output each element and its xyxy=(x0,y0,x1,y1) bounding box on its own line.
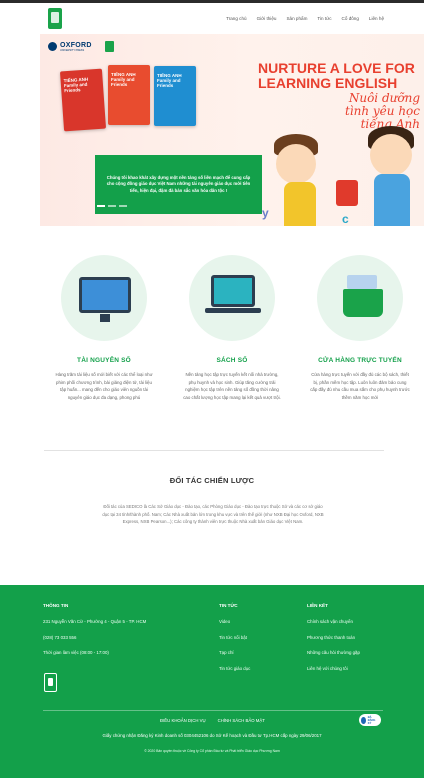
footer-link[interactable]: Những câu hỏi thường gặp xyxy=(307,650,360,655)
footer-link[interactable]: Video xyxy=(219,619,250,624)
footer-links: LIÊN KẾT Chính sách vận chuyển Phương th… xyxy=(307,603,360,681)
child-illustration xyxy=(374,174,410,226)
nav-item-contact[interactable]: Liên hệ xyxy=(369,16,384,21)
site-logo[interactable] xyxy=(48,8,62,29)
child-illustration xyxy=(276,144,316,184)
business-license: Giấy chứng nhận Đăng ký Kinh doanh số 03… xyxy=(102,733,322,738)
oxford-logo: OXFORD UNIVERSITY PRESS xyxy=(48,41,114,52)
hero-subheadline: Nuôi dưỡng tình yêu học tiếng Anh xyxy=(344,91,420,132)
site-footer: THÔNG TIN 231 Nguyễn Văn Cừ - Phường 4 -… xyxy=(0,585,424,778)
child-illustration xyxy=(370,134,412,176)
book-illustration xyxy=(336,180,358,206)
footer-link[interactable]: Tạp chí xyxy=(219,650,250,655)
letter-decoration: c xyxy=(342,212,349,226)
footer-link[interactable]: Chính sách vận chuyển xyxy=(307,619,360,624)
slide-dot[interactable] xyxy=(108,205,116,207)
feature-icon-circle xyxy=(61,255,147,341)
slide-dot[interactable] xyxy=(119,205,127,207)
registered-badge-text: ĐÃ ĐĂNG KÝ xyxy=(367,715,376,725)
section-divider xyxy=(44,450,384,451)
main-nav: Trang chủ Giới thiệu Sản phẩm Tin tức Cổ… xyxy=(226,16,384,21)
feature-title[interactable]: SÁCH SỐ xyxy=(216,357,247,364)
monitor-icon xyxy=(79,277,131,322)
footer-logo[interactable] xyxy=(44,673,57,692)
laptop-icon xyxy=(205,275,261,313)
registered-badge[interactable]: ĐÃ ĐĂNG KÝ xyxy=(359,714,381,726)
nav-item-shareholders[interactable]: Cổ đông xyxy=(342,16,359,21)
partners-text: Đối tác của SEDICO là Các Sở Giáo dục - … xyxy=(102,504,324,525)
check-icon xyxy=(361,716,366,724)
feature-description: Cửa hàng trực tuyến với đầy đủ các bộ sá… xyxy=(310,372,410,401)
cart-icon xyxy=(343,275,383,317)
nav-item-home[interactable]: Trang chủ xyxy=(226,16,247,21)
footer-heading: LIÊN KẾT xyxy=(307,603,328,608)
footer-heading: TIN TỨC xyxy=(219,603,238,608)
oxford-logo-text: OXFORD xyxy=(60,41,92,49)
footer-divider xyxy=(43,710,383,711)
footer-link[interactable]: Phương thức thanh toán xyxy=(307,635,360,640)
footer-contact: THÔNG TIN 231 Nguyễn Văn Cừ - Phường 4 -… xyxy=(43,603,146,666)
footer-news: TIN TỨC Video Tin tức nổi bật Tạp chí Ti… xyxy=(219,603,250,681)
copyright: © 2020 Bản quyền thuộc về Công ty Cổ phầ… xyxy=(144,749,280,753)
feature-online-store: CỬA HÀNG TRỰC TUYẾN Cửa hàng trực tuyến … xyxy=(296,255,424,402)
footer-link[interactable]: Liên hệ với chúng tôi xyxy=(307,666,360,671)
book-cover: TIẾNG ANH Family and Friends xyxy=(108,65,150,125)
mission-text: Chúng tôi khao khát xây dựng một nền tản… xyxy=(106,174,251,193)
nav-item-news[interactable]: Tin tức xyxy=(317,16,331,21)
site-header: Trang chủ Giới thiệu Sản phẩm Tin tức Cổ… xyxy=(0,3,424,34)
slide-dot[interactable] xyxy=(97,205,105,207)
feature-digital-resources: TÀI NGUYÊN SỐ Hàng trăm tài liệu số mới … xyxy=(40,255,168,402)
hero-banner[interactable]: OXFORD UNIVERSITY PRESS TIẾNG ANH Family… xyxy=(40,34,424,226)
feature-description: Hàng trăm tài liệu số mới biết với các t… xyxy=(55,372,153,401)
oxford-crest-icon xyxy=(48,42,57,51)
nav-item-products[interactable]: Sản phẩm xyxy=(286,16,307,21)
slider-indicators xyxy=(97,205,127,207)
feature-icon-circle xyxy=(189,255,275,341)
terms-link[interactable]: ĐIỀU KHOẢN DỊCH VỤ xyxy=(160,718,206,723)
footer-phone[interactable]: (028) 73 033 556 xyxy=(43,635,146,640)
hero-headline: NURTURE A LOVE FOR LEARNING ENGLISH xyxy=(258,60,415,91)
book-cover: TIẾNG ANH Family and Friends xyxy=(59,68,107,132)
footer-hours: Thời gian làm việc (08:00 - 17:00) xyxy=(43,650,109,655)
feature-title[interactable]: TÀI NGUYÊN SỐ xyxy=(77,357,131,364)
letter-decoration: y xyxy=(262,206,269,220)
child-illustration xyxy=(284,182,316,226)
partners-title: ĐỐI TÁC CHIẾN LƯỢC xyxy=(169,476,255,485)
features-section: TÀI NGUYÊN SỐ Hàng trăm tài liệu số mới … xyxy=(40,255,424,402)
footer-bottom-links: ĐIỀU KHOẢN DỊCH VỤ CHÍNH SÁCH BẢO MẬT xyxy=(160,718,265,723)
footer-link[interactable]: Tin tức nổi bật xyxy=(219,635,250,640)
publisher-logo xyxy=(104,41,114,52)
footer-heading: THÔNG TIN xyxy=(43,603,69,608)
feature-description: Nền tảng học tập trực tuyến kết nối nhà … xyxy=(183,372,281,401)
footer-address: 231 Nguyễn Văn Cừ - Phường 4 - Quận 5 - … xyxy=(43,619,147,624)
feature-icon-circle xyxy=(317,255,403,341)
book-cover: TIẾNG ANH Family and Friends xyxy=(154,66,196,126)
oxford-logo-subtext: UNIVERSITY PRESS xyxy=(60,48,85,52)
feature-digital-books: SÁCH SỐ Nền tảng học tập trực tuyến kết … xyxy=(168,255,296,402)
feature-title[interactable]: CỬA HÀNG TRỰC TUYẾN xyxy=(318,357,402,364)
privacy-link[interactable]: CHÍNH SÁCH BẢO MẬT xyxy=(218,718,265,723)
footer-link[interactable]: Tin tức giáo dục xyxy=(219,666,250,671)
nav-item-about[interactable]: Giới thiệu xyxy=(257,16,277,21)
